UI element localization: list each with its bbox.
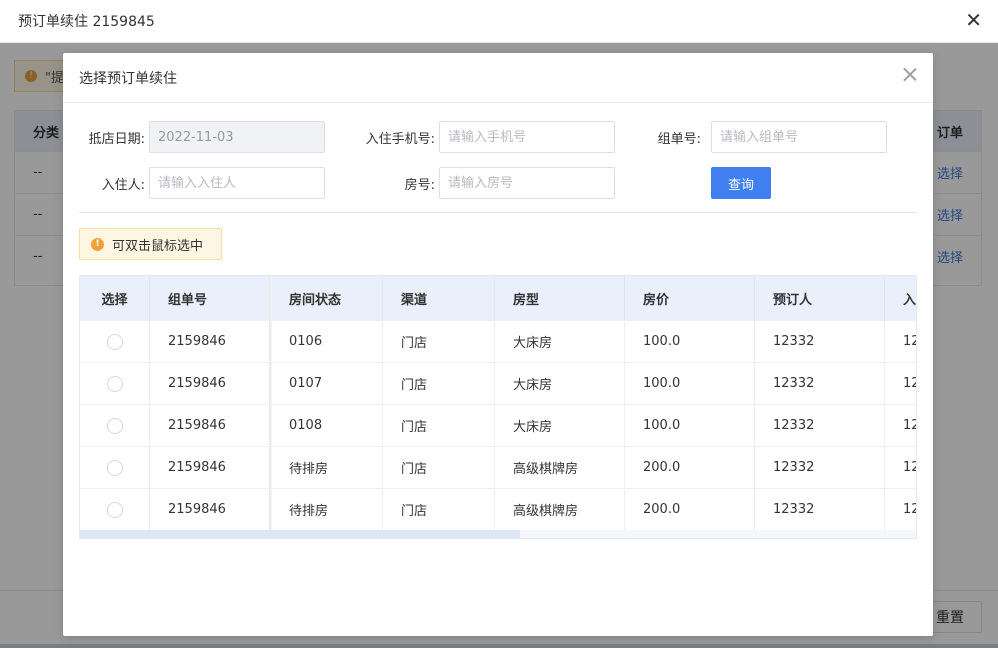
price-cell: 100.0 [625,321,755,362]
room-label: 房号: [404,177,435,193]
room-group: 房号: [345,167,615,199]
booker-cell: 12332 [755,447,885,488]
row-radio[interactable] [106,459,123,476]
booker-cell: 12332 [755,321,885,362]
price-cell: 200.0 [625,489,755,530]
reservation-table: 选择 组单号 房间状态 渠道 房型 房价 预订人 入 2159846 0106 … [79,275,917,539]
channel-cell: 门店 [383,489,495,530]
guest-input[interactable] [149,167,325,199]
modal-title: 选择预订单续住 [79,70,177,87]
scrollbar-thumb[interactable] [80,530,520,538]
column-header-room-type: 房型 [495,276,625,320]
group-no-cell: 2159846 [150,447,271,488]
room-type-cell: 高级棋牌房 [495,489,625,530]
room-input[interactable] [439,167,615,199]
close-icon[interactable] [903,67,917,81]
select-cell [80,363,150,404]
group-no-cell: 2159846 [150,363,271,404]
column-header-room-status: 房间状态 [271,276,383,320]
column-header-group-no: 组单号 [150,276,271,320]
group-no-label: 组单号: [657,131,701,147]
double-click-hint: ! 可双击鼠标选中 [79,228,222,260]
query-button[interactable]: 查询 [711,167,771,199]
background-title: 预订单续住 2159845 [18,14,155,30]
horizontal-scrollbar[interactable] [80,530,916,538]
room-type-cell: 大床房 [495,363,625,404]
select-cell [80,489,150,530]
group-no-input[interactable] [711,121,887,153]
checkin-cell: 12 [885,321,916,362]
price-cell: 200.0 [625,447,755,488]
channel-cell: 门店 [383,321,495,362]
form-divider [79,212,917,213]
bottom-strip [0,644,998,648]
table-row[interactable]: 2159846 0107 门店 大床房 100.0 12332 12 [80,362,916,404]
table-row[interactable]: 2159846 待排房 门店 高级棋牌房 200.0 12332 12 [80,446,916,488]
channel-cell: 门店 [383,447,495,488]
column-header-price: 房价 [625,276,755,320]
group-no-cell: 2159846 [150,489,271,530]
column-header-select: 选择 [80,276,150,320]
phone-label: 入住手机号: [365,131,435,147]
price-cell: 100.0 [625,405,755,446]
checkin-cell: 12 [885,489,916,530]
guest-group: 入住人: [79,167,325,199]
checkin-cell: 12 [885,363,916,404]
booker-cell: 12332 [755,405,885,446]
room-status-cell: 待排房 [271,447,383,488]
group-no-group: 组单号: [639,121,887,153]
checkin-cell: 12 [885,405,916,446]
guest-label: 入住人: [101,177,145,193]
column-header-channel: 渠道 [383,276,495,320]
room-type-cell: 高级棋牌房 [495,447,625,488]
row-radio[interactable] [106,375,123,392]
table-row[interactable]: 2159846 0106 门店 大床房 100.0 12332 12 [80,320,916,362]
select-cell [80,405,150,446]
arrival-date-label: 抵店日期: [88,131,145,147]
row-radio[interactable] [106,333,123,350]
booker-cell: 12332 [755,489,885,530]
price-cell: 100.0 [625,363,755,404]
select-reservation-modal: 选择预订单续住 抵店日期: 入住手机号: 组单号: 入住人: 房号: 查询 ! [63,53,933,636]
room-type-cell: 大床房 [495,321,625,362]
room-status-cell: 待排房 [271,489,383,530]
select-cell [80,447,150,488]
room-type-cell: 大床房 [495,405,625,446]
room-status-cell: 0106 [271,321,383,362]
table-header: 选择 组单号 房间状态 渠道 房型 房价 预订人 入 [80,276,916,320]
select-cell [80,321,150,362]
background-header: 预订单续住 2159845 ✕ [0,0,998,43]
row-radio[interactable] [106,501,123,518]
warning-icon: ! [91,237,104,251]
phone-group: 入住手机号: [345,121,615,153]
table-row[interactable]: 2159846 待排房 门店 高级棋牌房 200.0 12332 12 [80,488,916,530]
arrival-date-group: 抵店日期: [79,121,325,153]
room-status-cell: 0107 [271,363,383,404]
group-no-cell: 2159846 [150,321,271,362]
background-close-icon[interactable]: ✕ [965,10,982,30]
hint-text: 可双击鼠标选中 [112,238,204,254]
table-row[interactable]: 2159846 0108 门店 大床房 100.0 12332 12 [80,404,916,446]
modal-header: 选择预订单续住 [63,53,933,103]
channel-cell: 门店 [383,405,495,446]
channel-cell: 门店 [383,363,495,404]
column-header-checkin: 入 [885,276,916,320]
group-no-cell: 2159846 [150,405,271,446]
phone-input[interactable] [439,121,615,153]
row-radio[interactable] [106,417,123,434]
arrival-date-input [149,121,325,153]
checkin-cell: 12 [885,447,916,488]
column-header-booker: 预订人 [755,276,885,320]
booker-cell: 12332 [755,363,885,404]
room-status-cell: 0108 [271,405,383,446]
fixed-column-shadow [269,276,272,538]
